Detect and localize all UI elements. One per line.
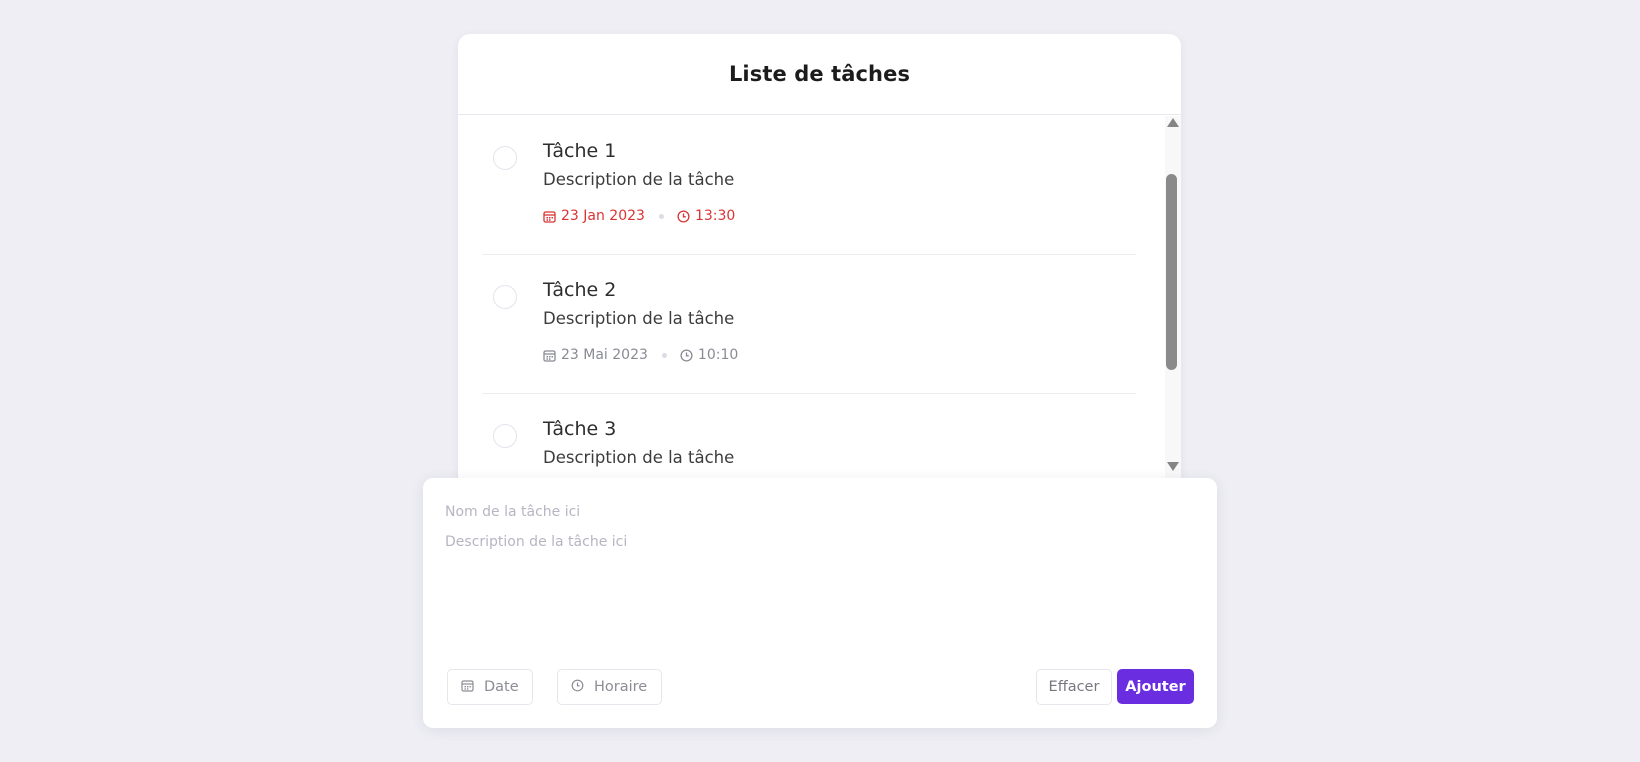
date-picker-label: Date [484,679,519,695]
task-date-text: 23 Mai 2023 [561,347,648,363]
task-time: 10:10 [680,347,738,363]
date-picker-button[interactable]: Date [447,669,533,705]
scroll-down-arrow-icon[interactable] [1167,462,1179,471]
task-time-text: 10:10 [697,347,739,363]
task-time-text: 13:30 [694,208,736,224]
task-complete-checkbox[interactable] [493,424,517,448]
time-picker-button[interactable]: Horaire [557,669,662,705]
calendar-icon [543,349,556,362]
task-title: Tâche 3 [543,418,617,440]
task-complete-checkbox[interactable] [493,285,517,309]
add-task-form: Date Horaire Effacer Ajouter [423,478,1217,728]
scrollbar-thumb[interactable] [1166,174,1177,370]
task-item: Tâche 1 Description de la tâche 23 Jan 2… [482,116,1136,255]
calendar-icon [461,679,474,696]
card-header: Liste de tâches [458,34,1181,115]
task-list: Tâche 1 Description de la tâche 23 Jan 2… [458,116,1181,494]
task-description: Description de la tâche [543,309,735,328]
task-description: Description de la tâche [543,170,735,189]
clock-icon [571,679,584,696]
task-date: 23 Mai 2023 [543,347,648,363]
calendar-icon [543,210,556,223]
clock-icon [677,209,690,223]
task-complete-checkbox[interactable] [493,146,517,170]
meta-separator [661,352,667,358]
task-date-text: 23 Jan 2023 [561,208,645,224]
task-name-input[interactable] [445,499,1185,525]
scroll-up-arrow-icon[interactable] [1167,118,1179,127]
task-list-card: Liste de tâches Tâche 1 Description de l… [458,34,1181,494]
task-title: Tâche 1 [543,140,617,162]
time-picker-label: Horaire [594,679,648,695]
task-description-input[interactable] [445,534,1185,634]
task-date: 23 Jan 2023 [543,208,645,224]
task-time: 13:30 [677,208,735,224]
add-button[interactable]: Ajouter [1117,669,1194,704]
task-meta: 23 Jan 2023 13:30 [543,208,735,224]
page-title: Liste de tâches [728,62,911,86]
task-item: Tâche 2 Description de la tâche 23 Mai 2… [482,255,1136,394]
clear-button[interactable]: Effacer [1036,669,1112,705]
task-description: Description de la tâche [543,448,735,467]
clock-icon [680,348,693,362]
task-title: Tâche 2 [543,279,617,301]
meta-separator [658,213,664,219]
task-meta: 23 Mai 2023 10:10 [543,347,738,363]
